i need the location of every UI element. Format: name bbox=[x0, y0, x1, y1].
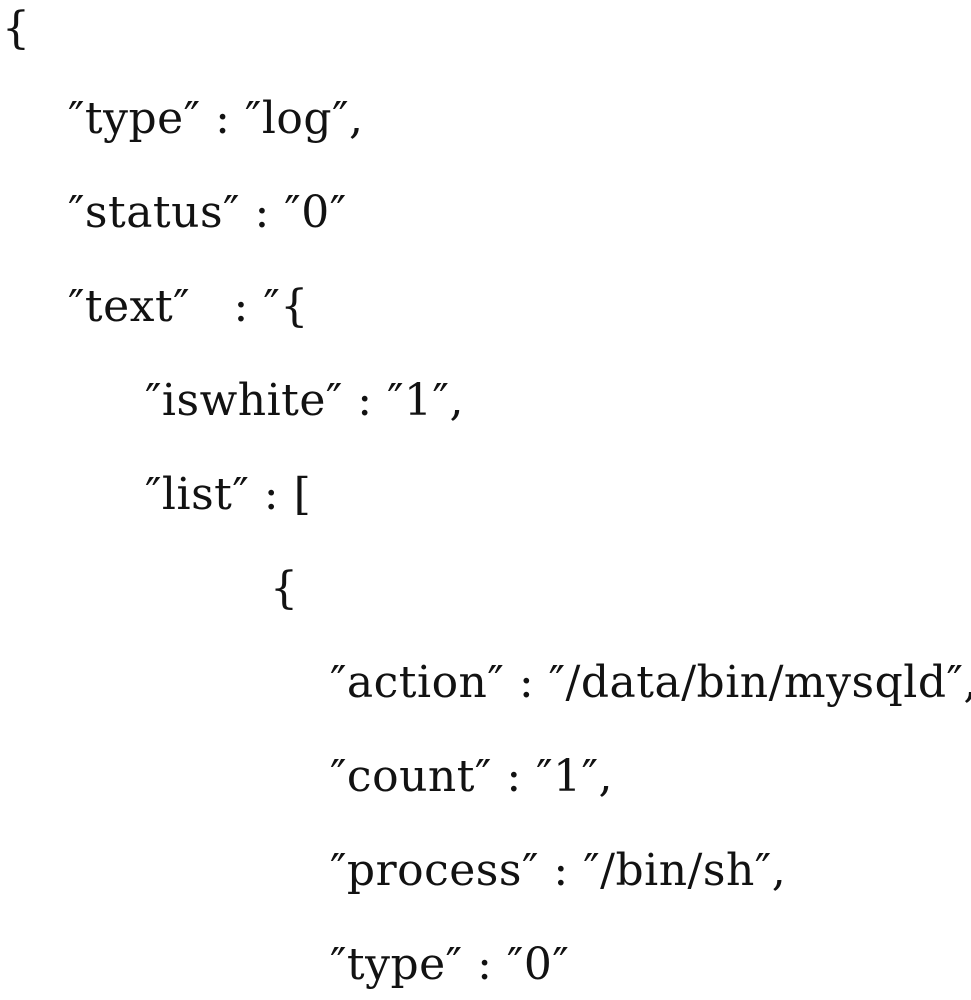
code-line-5: ″iswhite″ : ″1″, bbox=[145, 375, 464, 426]
code-line-8: ″action″ : ″/data/bin/mysqld″, bbox=[330, 657, 971, 708]
code-line-7: { bbox=[270, 563, 299, 614]
code-line-3: ″status″ : ″0″ bbox=[68, 187, 347, 238]
code-line-6: ″list″ : [ bbox=[145, 469, 312, 520]
json-code-listing: { ″type″ : ″log″, ″status″ : ″0″ ″text″ : ″… bbox=[0, 0, 971, 1000]
code-line-10: ″process″ : ″/bin/sh″, bbox=[330, 845, 787, 896]
code-line-4: ″text″ : ″{ bbox=[68, 281, 309, 332]
code-line-2: ″type″ : ″log″, bbox=[68, 93, 364, 144]
code-line-11: ″type″ : ″0″ bbox=[330, 939, 570, 990]
code-line-9: ″count″ : ″1″, bbox=[330, 751, 614, 802]
code-line-1: { bbox=[2, 3, 31, 54]
